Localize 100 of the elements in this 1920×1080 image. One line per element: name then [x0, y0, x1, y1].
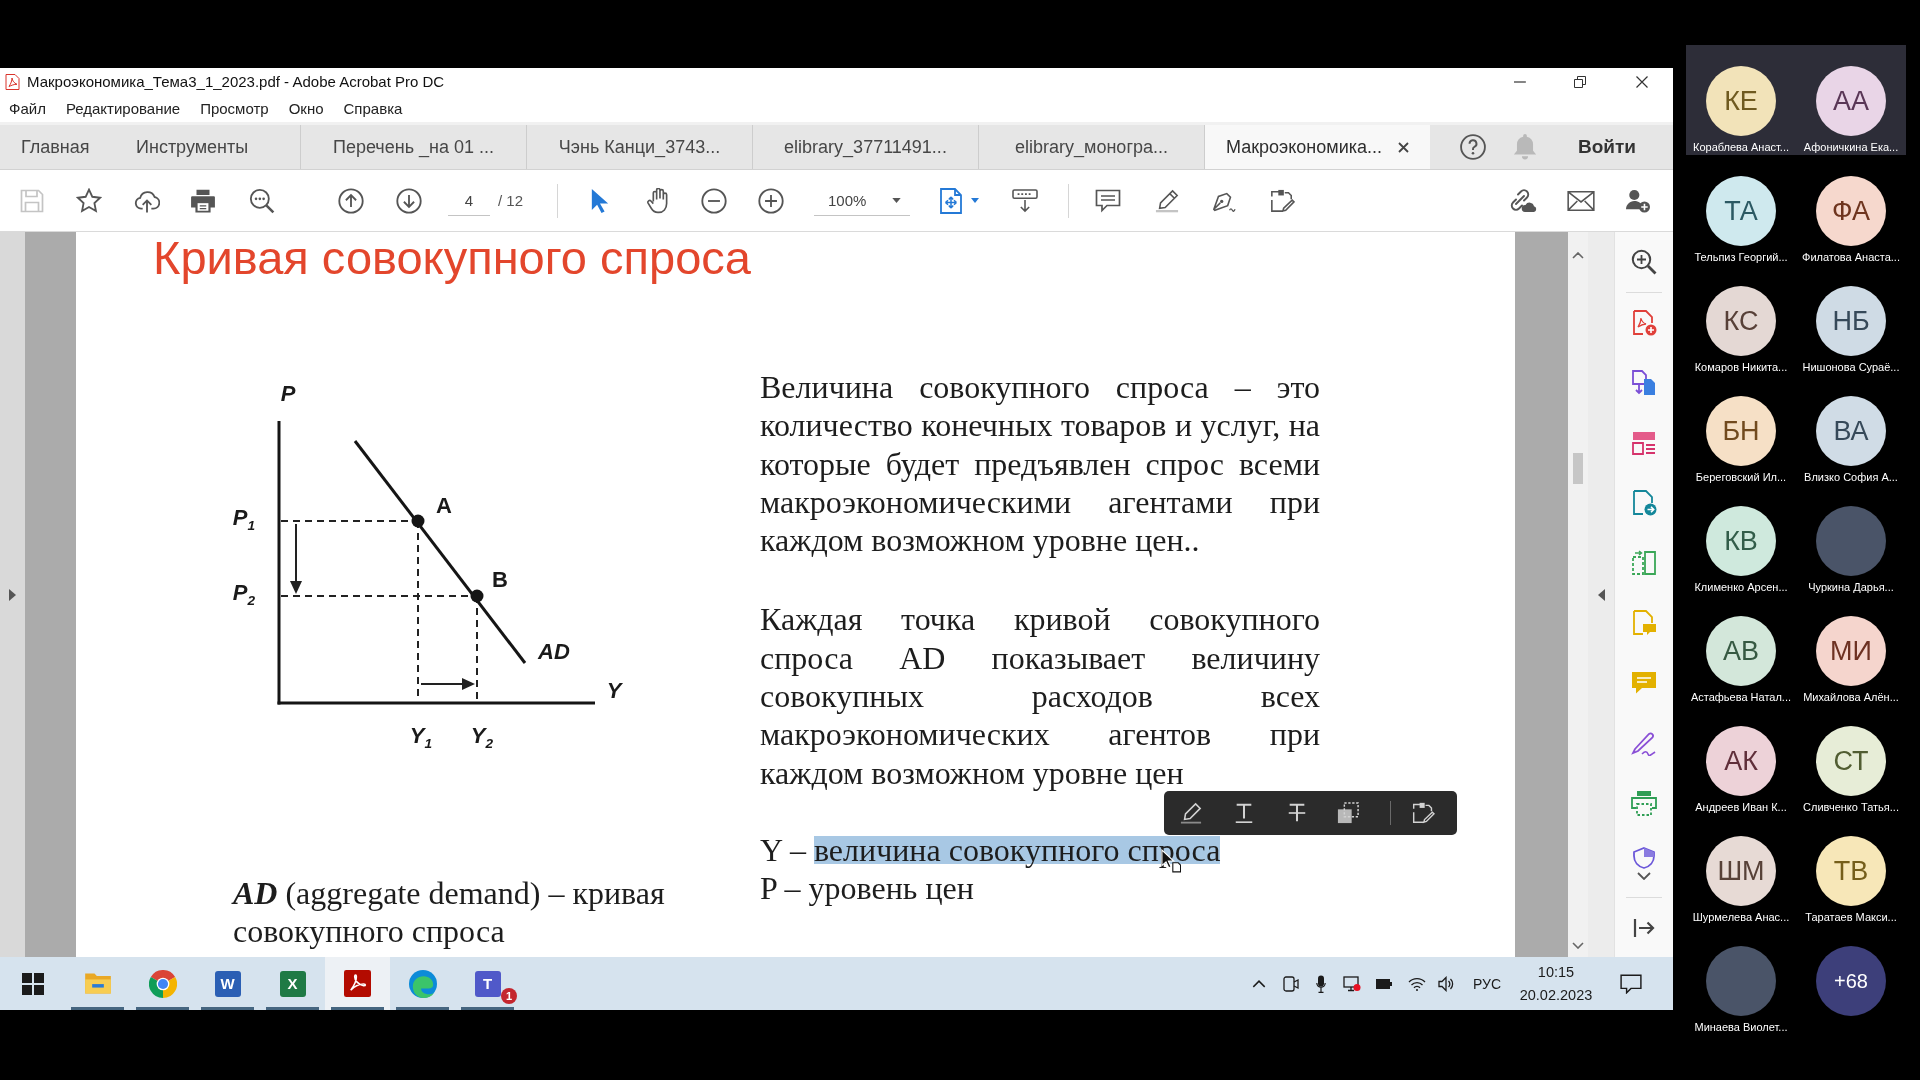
- arrow-down-circle-icon[interactable]: [396, 187, 422, 214]
- participant-name: Таратаев Макси...: [1805, 910, 1897, 924]
- paragraph: Величина совокупного спроса – это количество конечных товаров и услуг, на которые будет предъявлен спрос всеми макроэкономическими агентами при каждом возможном уровне цен..: [760, 368, 1320, 560]
- layout-icon[interactable]: [1631, 430, 1657, 456]
- print-icon[interactable]: [190, 187, 216, 214]
- participant-name: Нишонова Сураё...: [1802, 360, 1900, 374]
- participant-avatar: ТВ: [1816, 836, 1886, 906]
- document-arrow-icon[interactable]: [1631, 490, 1657, 516]
- printer-icon[interactable]: [1631, 790, 1657, 816]
- scrollbar-thumb[interactable]: [1573, 453, 1583, 484]
- volume-icon[interactable]: [1438, 975, 1454, 992]
- acrobat-icon[interactable]: [344, 970, 371, 997]
- strikethrough-text-icon[interactable]: [1286, 802, 1308, 824]
- add-user-icon[interactable]: [1625, 188, 1651, 213]
- point-marker: [470, 589, 484, 603]
- select-cursor-icon[interactable]: [590, 188, 610, 213]
- close-icon[interactable]: [1636, 75, 1648, 88]
- menu-item[interactable]: Просмотр: [200, 100, 269, 117]
- scroll-mode-icon[interactable]: [1012, 188, 1038, 213]
- word-icon[interactable]: W: [214, 970, 241, 997]
- mail-icon[interactable]: [1567, 189, 1595, 212]
- arrow-up-circle-icon[interactable]: [338, 187, 364, 214]
- restore-icon[interactable]: [1574, 75, 1586, 88]
- collapse-arrow-icon[interactable]: [1597, 588, 1605, 601]
- expand-arrow-icon[interactable]: [9, 588, 16, 601]
- highlighter-icon[interactable]: [1180, 802, 1202, 824]
- search-icon[interactable]: [249, 187, 275, 214]
- monitor-alert-icon[interactable]: [1343, 975, 1361, 992]
- nav-tab[interactable]: Инструменты: [115, 125, 300, 169]
- participant-name: Сливченко Татья...: [1803, 800, 1899, 814]
- copy-icon[interactable]: [1337, 802, 1359, 824]
- participant-avatar: АВ: [1706, 616, 1776, 686]
- scroll-up-icon[interactable]: [1572, 252, 1584, 259]
- menu-item[interactable]: Справка: [343, 100, 403, 117]
- star-icon[interactable]: [76, 187, 102, 214]
- definition-text: Y –: [760, 836, 806, 865]
- participant-name: Афоничкина Ека...: [1803, 140, 1899, 154]
- pen-icon[interactable]: [1631, 730, 1657, 756]
- caption-text: AD (aggregate demand) – кривая совокупного спроса: [233, 874, 666, 951]
- notification-icon[interactable]: [1620, 973, 1642, 994]
- edit-document-icon[interactable]: [1411, 802, 1435, 824]
- fit-page-icon[interactable]: [940, 187, 962, 214]
- sign-in-button[interactable]: Войти: [1578, 136, 1636, 158]
- highlighter-icon[interactable]: [1154, 188, 1180, 213]
- pages-icon[interactable]: [1631, 550, 1657, 576]
- participant-avatar: ФА: [1816, 176, 1886, 246]
- participant-name: Чуркина Дарья...: [1808, 580, 1894, 594]
- document-tab[interactable]: elibrary_37711491...: [752, 125, 978, 169]
- link-cloud-icon[interactable]: [1509, 188, 1537, 213]
- participant-name: Клименко Арсен...: [1694, 580, 1788, 594]
- panel-toggle-strip[interactable]: [1588, 232, 1614, 957]
- edge-icon[interactable]: [408, 969, 437, 998]
- close-tab-icon[interactable]: [1398, 141, 1409, 153]
- comment-icon[interactable]: [1095, 188, 1121, 213]
- clock-date[interactable]: 20.02.2023: [1519, 983, 1593, 1007]
- video-camera-icon[interactable]: [1283, 975, 1299, 992]
- wifi-icon[interactable]: [1408, 976, 1426, 991]
- teams-icon[interactable]: T: [474, 970, 501, 997]
- input-language[interactable]: РУС: [1468, 975, 1506, 992]
- clock-time[interactable]: 10:15: [1537, 960, 1575, 984]
- documents-arrow-icon[interactable]: [1631, 370, 1657, 396]
- axis-label: P: [280, 383, 296, 405]
- page-number-field[interactable]: 4: [448, 185, 490, 216]
- excel-icon[interactable]: X: [279, 970, 306, 997]
- edit-document-icon[interactable]: [1269, 188, 1295, 213]
- document-tab[interactable]: Чэнь Канци_3743...: [526, 125, 752, 169]
- zoom-in-icon[interactable]: [1631, 249, 1657, 275]
- vertical-scrollbar[interactable]: [1568, 232, 1588, 957]
- more-participants-button[interactable]: +68: [1816, 946, 1886, 1016]
- menu-item[interactable]: Редактирование: [65, 100, 181, 117]
- zoom-in-icon[interactable]: [758, 187, 784, 214]
- document-tab[interactable]: Макроэкономика...: [1204, 125, 1430, 169]
- menu-item[interactable]: Окно: [288, 100, 324, 117]
- participant-avatar: БН: [1706, 396, 1776, 466]
- caret-down-icon[interactable]: [971, 198, 979, 203]
- scroll-down-icon[interactable]: [1572, 942, 1584, 949]
- document-plus-icon[interactable]: [1631, 310, 1657, 336]
- paragraph: Каждая точка кривой совокупного спроса AD показывает величину совокупных расходов всех макроэкономических агентов при каждом возможном уровне цен: [760, 600, 1320, 792]
- participant-avatar: СТ: [1816, 726, 1886, 796]
- menu-item[interactable]: Файл: [9, 100, 46, 117]
- window-title: Макроэкономика_Тема3_1_2023.pdf - Adobe Acrobat Pro DC: [27, 73, 445, 90]
- help-icon[interactable]: [1460, 134, 1486, 160]
- zoom-out-icon[interactable]: [701, 187, 727, 214]
- zoom-field[interactable]: 100%: [814, 185, 910, 216]
- collapse-pane-icon[interactable]: [1633, 918, 1655, 938]
- hand-icon[interactable]: [646, 187, 670, 214]
- participant-name: Минаева Виолет...: [1694, 1020, 1788, 1034]
- start-icon[interactable]: [21, 972, 44, 995]
- document-tab[interactable]: Перечень _на 01 ...: [300, 125, 526, 169]
- chrome-icon[interactable]: [148, 969, 177, 998]
- folder-icon[interactable]: [83, 972, 112, 995]
- microphone-icon[interactable]: [1316, 974, 1326, 993]
- shield-icon[interactable]: [1632, 846, 1656, 869]
- taskbar-button[interactable]: [325, 957, 390, 1010]
- chevron-down-icon[interactable]: [1637, 871, 1651, 880]
- participant-name: Андреев Иван К...: [1695, 800, 1787, 814]
- underline-text-icon[interactable]: [1233, 802, 1255, 824]
- chevron-up-icon[interactable]: [1252, 979, 1266, 988]
- nav-tab[interactable]: Главная: [0, 125, 115, 169]
- battery-icon[interactable]: [1375, 977, 1393, 990]
